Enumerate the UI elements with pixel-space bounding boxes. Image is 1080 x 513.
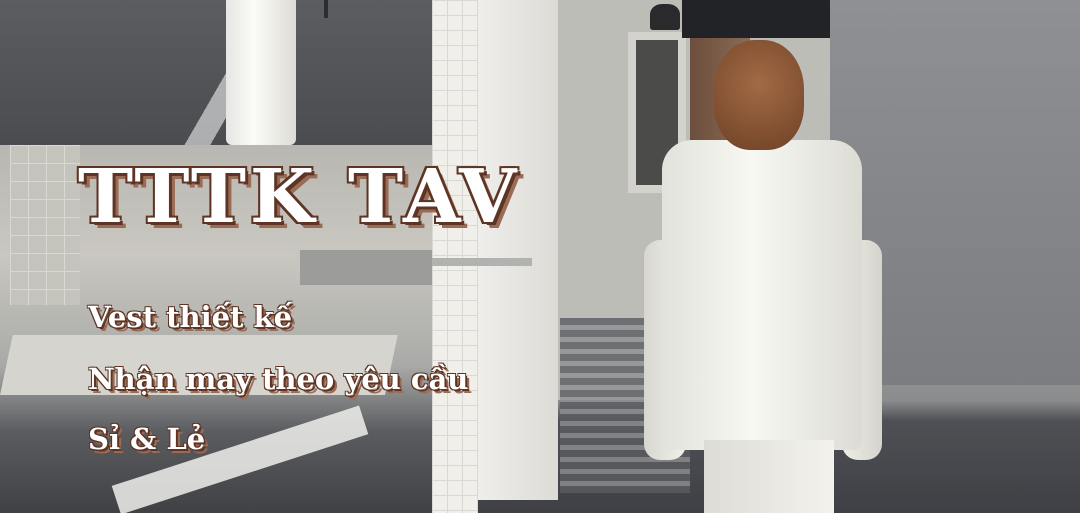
- hair-bun: [714, 40, 804, 150]
- metal-rail: [432, 258, 532, 266]
- white-trousers: [704, 440, 834, 513]
- banner: TTTK TAV Vest thiết kế Nhận may theo yêu…: [0, 0, 1080, 513]
- curb: [300, 250, 432, 285]
- woman-in-white-suit: [644, 40, 884, 513]
- pole: [324, 0, 328, 18]
- doorstep: [0, 335, 398, 395]
- road-stripe: [111, 405, 369, 513]
- tiled-wall: [10, 145, 80, 305]
- photo-street-top-left: [0, 0, 432, 145]
- photo-doorstep-bottom-left: [0, 145, 432, 513]
- white-blazer: [662, 140, 862, 450]
- tiled-wall: [432, 0, 478, 513]
- wall-lamp: [650, 4, 680, 30]
- white-column: [478, 0, 558, 500]
- white-pants-leg: [226, 0, 296, 145]
- shop-awning: [682, 0, 842, 38]
